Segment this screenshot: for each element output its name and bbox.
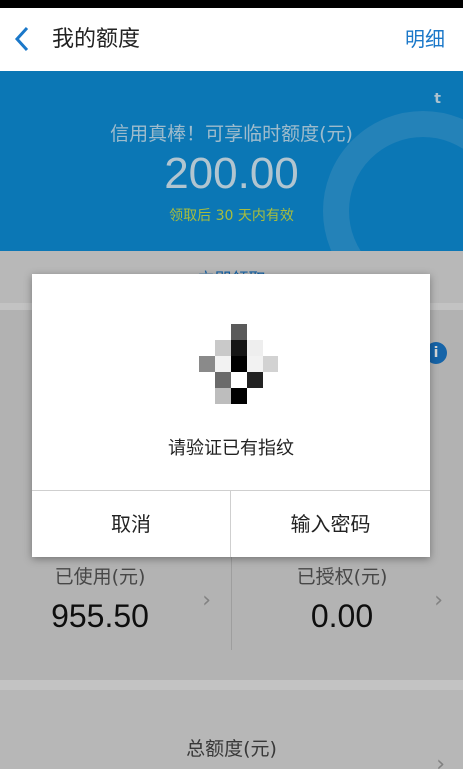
back-button[interactable] xyxy=(10,22,34,56)
chevron-left-icon xyxy=(14,26,29,52)
fingerprint-dialog: 请验证已有指纹 取消 输入密码 xyxy=(32,274,430,557)
cancel-button[interactable]: 取消 xyxy=(32,491,231,557)
detail-link[interactable]: 明细 xyxy=(405,8,445,71)
fingerprint-prompt: 请验证已有指纹 xyxy=(168,438,294,459)
fingerprint-pixel-icon xyxy=(199,324,278,404)
page-title: 我的额度 xyxy=(52,27,141,52)
enter-password-button[interactable]: 输入密码 xyxy=(231,491,430,557)
nav-header: 我的额度 明细 xyxy=(0,8,463,71)
dialog-buttons: 取消 输入密码 xyxy=(32,490,430,557)
status-bar xyxy=(0,0,463,8)
